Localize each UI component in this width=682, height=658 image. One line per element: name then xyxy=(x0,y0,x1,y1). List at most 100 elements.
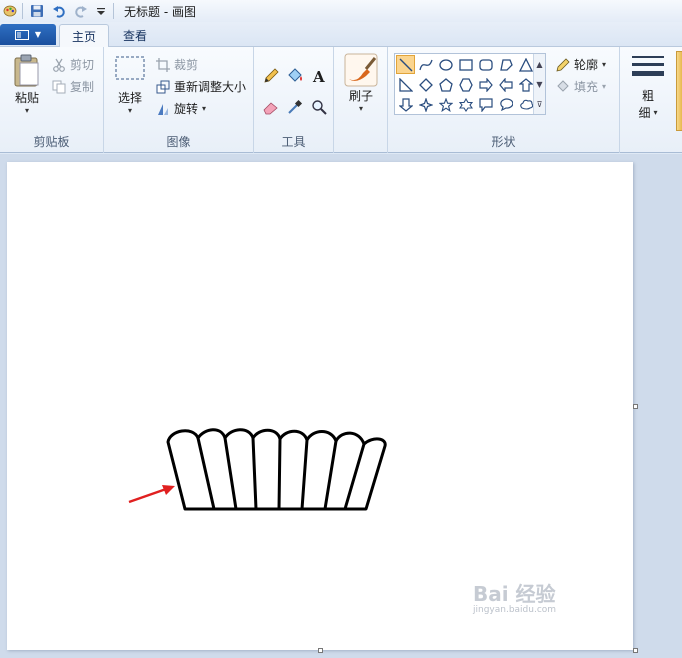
svg-text:A: A xyxy=(312,68,325,84)
text-tool[interactable]: A xyxy=(308,65,330,87)
colors-group-edge xyxy=(676,51,682,131)
oval-callout-shape[interactable] xyxy=(496,95,515,114)
rect-callout-shape[interactable] xyxy=(476,95,495,114)
right-arrow-shape[interactable] xyxy=(476,75,495,94)
size-group: 粗 细 ▾ xyxy=(620,47,676,153)
polygon-shape[interactable] xyxy=(496,55,515,74)
scroll-down-icon[interactable]: ▼ xyxy=(536,80,542,89)
five-point-star-shape[interactable] xyxy=(436,95,455,114)
crop-label: 裁剪 xyxy=(174,58,199,72)
separator xyxy=(113,3,114,19)
paint-app-icon[interactable] xyxy=(2,3,18,19)
cloud-callout-icon xyxy=(519,99,533,110)
drawing-layer xyxy=(128,428,387,511)
save-icon[interactable] xyxy=(29,3,45,19)
resize-handle-right[interactable] xyxy=(633,404,638,409)
curve-shape[interactable] xyxy=(416,55,435,74)
six-point-star-icon xyxy=(458,97,473,112)
separator xyxy=(22,3,23,19)
rounded-rectangle-icon xyxy=(478,58,493,71)
line-shape[interactable] xyxy=(396,55,415,74)
chevron-down-icon: ▾ xyxy=(202,104,207,113)
tab-home[interactable]: 主页 xyxy=(59,24,110,48)
rotate-label: 旋转 xyxy=(174,102,199,116)
shapes-gallery: ▲ ▼ ⊽ xyxy=(394,53,546,115)
chevron-down-icon: ▾ xyxy=(358,104,363,113)
size-button[interactable]: 粗 细 ▾ xyxy=(628,53,668,121)
undo-icon[interactable] xyxy=(51,3,67,19)
ribbon-tab-row: ▼ 主页 查看 xyxy=(0,22,682,48)
clipboard-group: 粘贴 ▾ 剪切 复制 剪贴板 xyxy=(0,47,104,153)
select-button[interactable]: 选择 ▾ xyxy=(112,53,148,115)
rectangle-icon xyxy=(458,58,473,71)
hexagon-shape[interactable] xyxy=(456,75,475,94)
chevron-down-icon: ▾ xyxy=(653,108,658,117)
pencil-tool[interactable] xyxy=(260,65,282,87)
red-arrow-annotation xyxy=(128,485,175,504)
right-triangle-shape[interactable] xyxy=(396,75,415,94)
scroll-up-icon[interactable]: ▲ xyxy=(536,60,542,69)
window-title: 无标题 - 画图 xyxy=(124,4,196,19)
resize-handle-corner[interactable] xyxy=(633,648,638,653)
eraser-tool[interactable] xyxy=(260,96,282,118)
fill-button[interactable]: 填充 ▾ xyxy=(556,78,606,95)
tab-view[interactable]: 查看 xyxy=(111,24,159,47)
customize-arrow-icon[interactable] xyxy=(93,3,109,19)
redo-icon[interactable] xyxy=(73,3,89,19)
tools-group: A 工具 xyxy=(254,47,334,153)
shapes-gallery-scrollbar[interactable]: ▲ ▼ ⊽ xyxy=(533,54,545,114)
six-point-star-shape[interactable] xyxy=(456,95,475,114)
diamond-shape[interactable] xyxy=(416,75,435,94)
fill-bucket-icon xyxy=(557,79,569,92)
shapes-group: ▲ ▼ ⊽ 轮廓 ▾ 填充 ▾ 形状 xyxy=(388,47,620,153)
crop-button[interactable]: 裁剪 xyxy=(156,56,198,73)
rotate-button[interactable]: 旋转 ▾ xyxy=(156,100,206,117)
line-icon xyxy=(399,58,412,71)
oval-icon xyxy=(438,58,453,71)
outline-button[interactable]: 轮廓 ▾ xyxy=(556,56,606,73)
size-label-line1: 粗 xyxy=(641,89,654,103)
four-point-star-shape[interactable] xyxy=(416,95,435,114)
chevron-down-icon: ▾ xyxy=(24,106,29,115)
rotate-icon xyxy=(158,103,168,115)
fill-bucket-icon xyxy=(288,68,302,82)
watermark-brand: Bai 经验 xyxy=(473,582,556,606)
outline-label: 轮廓 xyxy=(574,58,599,72)
paste-button[interactable]: 粘贴 ▾ xyxy=(8,53,46,115)
image-group-label: 图像 xyxy=(166,135,191,149)
resize-handle-bottom[interactable] xyxy=(318,648,323,653)
resize-label: 重新调整大小 xyxy=(174,80,247,94)
left-arrow-shape[interactable] xyxy=(496,75,515,94)
curve-icon xyxy=(418,59,433,70)
scissors-icon xyxy=(53,58,65,72)
copy-button[interactable]: 复制 xyxy=(52,78,94,95)
text-icon: A xyxy=(312,68,325,84)
canvas-workspace: Bai 经验 jingyan.baidu.com xyxy=(0,154,682,658)
resize-button[interactable]: 重新调整大小 xyxy=(156,78,246,95)
cut-button[interactable]: 剪切 xyxy=(52,56,94,73)
triangle-icon xyxy=(518,57,533,72)
five-point-star-icon xyxy=(438,97,453,112)
rounded-rectangle-shape[interactable] xyxy=(476,55,495,74)
gallery-expand-icon[interactable]: ⊽ xyxy=(537,100,543,109)
rectangle-shape[interactable] xyxy=(456,55,475,74)
color-picker-tool[interactable] xyxy=(284,96,306,118)
resize-icon xyxy=(156,80,170,93)
brush-icon xyxy=(344,53,378,87)
ribbon: 粘贴 ▾ 剪切 复制 剪贴板 选择 ▾ 裁剪 重新调整大小 旋转 ▾ 图像 A … xyxy=(0,47,682,153)
magnifier-tool[interactable] xyxy=(308,96,330,118)
down-arrow-shape[interactable] xyxy=(396,95,415,114)
color-picker-icon xyxy=(288,99,303,114)
drawing-canvas[interactable]: Bai 经验 jingyan.baidu.com xyxy=(7,162,633,650)
brushes-button[interactable]: 刷子 ▾ xyxy=(343,53,379,113)
four-point-star-icon xyxy=(418,97,433,112)
diamond-icon xyxy=(418,77,433,92)
file-menu-icon xyxy=(14,29,29,40)
clipboard-icon xyxy=(14,54,39,87)
pentagon-shape[interactable] xyxy=(436,75,455,94)
paste-label: 粘贴 xyxy=(14,91,39,105)
fill-tool[interactable] xyxy=(284,65,306,87)
oval-shape[interactable] xyxy=(436,55,455,74)
chevron-down-icon: ▾ xyxy=(127,106,132,115)
file-menu-button[interactable]: ▼ xyxy=(0,24,56,45)
